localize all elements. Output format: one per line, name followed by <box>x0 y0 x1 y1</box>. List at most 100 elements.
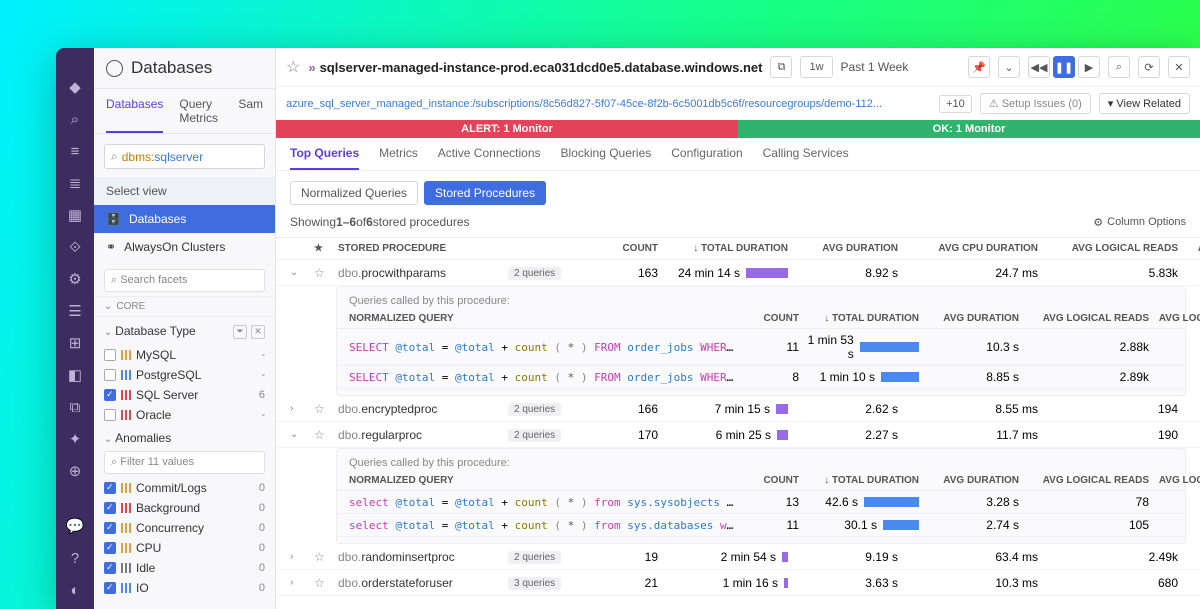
tab-query-metrics[interactable]: Query Metrics <box>179 89 222 133</box>
expand-icon[interactable]: ⌄ <box>290 429 314 440</box>
checkbox[interactable] <box>104 369 116 381</box>
chevron-down-icon[interactable]: ⌄ <box>998 56 1020 78</box>
tab-configuration[interactable]: Configuration <box>671 146 742 170</box>
expand-icon[interactable]: › <box>290 577 314 588</box>
star-icon[interactable]: ☆ <box>314 402 338 416</box>
facet-row[interactable]: MySQL - <box>94 345 275 365</box>
table-row[interactable]: › ☆ dbo.encryptedproc 2 queries 166 7 mi… <box>276 396 1200 422</box>
nav-icon[interactable]: ≡ <box>66 142 84 160</box>
checkbox[interactable] <box>104 409 116 421</box>
pin-button[interactable]: 📌 <box>968 56 990 78</box>
checkbox[interactable] <box>104 349 116 361</box>
expand-icon[interactable]: ⌄ <box>290 267 314 278</box>
funnel-icon[interactable]: ⏷ <box>233 325 247 339</box>
table-row[interactable]: › ☆ dbo.orderstateforuser 3 queries 21 1… <box>276 570 1200 596</box>
ok-monitor[interactable]: OK: 1 Monitor <box>738 120 1200 138</box>
facet-row[interactable]: PostgreSQL - <box>94 365 275 385</box>
tab-top queries[interactable]: Top Queries <box>290 146 359 170</box>
user-icon[interactable]: ◐ <box>66 581 84 599</box>
table-row[interactable]: › ☆ dbo.randominsertproc 2 queries 19 2 … <box>276 544 1200 570</box>
logo-icon[interactable]: ◆ <box>66 78 84 96</box>
anomaly-row[interactable]: Idle 0 <box>94 558 275 578</box>
nav-icon[interactable]: ≣ <box>66 174 84 192</box>
tab-calling services[interactable]: Calling Services <box>763 146 849 170</box>
view-alwayson[interactable]: ⚭ AlwaysOn Clusters <box>94 233 275 261</box>
star-icon[interactable]: ☆ <box>314 266 338 280</box>
nav-icon[interactable]: ◧ <box>66 366 84 384</box>
db-type-icon <box>121 410 131 420</box>
star-icon[interactable]: ☆ <box>314 576 338 590</box>
tab-active connections[interactable]: Active Connections <box>438 146 541 170</box>
breadcrumb-more[interactable]: +10 <box>939 95 972 113</box>
anomaly-row[interactable]: Concurrency 0 <box>94 518 275 538</box>
db-type-icon <box>121 370 131 380</box>
step-back-button[interactable]: ◀◀ <box>1028 56 1050 78</box>
column-options[interactable]: ⚙Column Options <box>1093 216 1186 229</box>
nav-icon[interactable]: ▦ <box>66 206 84 224</box>
tab-databases[interactable]: Databases <box>106 89 163 133</box>
nav-icon[interactable]: ☰ <box>66 302 84 320</box>
view-related-button[interactable]: ▾ View Related <box>1099 93 1190 114</box>
nav-icon[interactable]: ⧉ <box>66 398 84 416</box>
sub-row[interactable]: select @total = @total + count ( * ) fro… <box>337 514 1185 537</box>
expand-icon[interactable]: › <box>290 403 314 414</box>
nav-icon[interactable]: ✦ <box>66 430 84 448</box>
facet-search[interactable]: ⌕ Search facets <box>104 269 265 292</box>
checkbox[interactable] <box>104 389 116 401</box>
anomaly-row[interactable]: Commit/Logs 0 <box>94 478 275 498</box>
sub-row[interactable]: SELECT @total = @total + count ( * ) FRO… <box>337 366 1185 389</box>
anomaly-row[interactable]: Background 0 <box>94 498 275 518</box>
star-icon[interactable]: ☆ <box>314 550 338 564</box>
table-row[interactable]: ⌄ ☆ dbo.regularproc 2 queries 170 6 min … <box>276 422 1200 448</box>
facet-row[interactable]: Oracle - <box>94 405 275 425</box>
subtab-normalized[interactable]: Normalized Queries <box>290 181 418 205</box>
nav-icon[interactable]: ⊞ <box>66 334 84 352</box>
checkbox[interactable] <box>104 582 116 594</box>
facet-row[interactable]: SQL Server 6 <box>94 385 275 405</box>
table-header: ★ STORED PROCEDURE COUNT ↓ TOTAL DURATIO… <box>276 237 1200 260</box>
tab-metrics[interactable]: Metrics <box>379 146 418 170</box>
star-icon[interactable]: ☆ <box>286 57 300 77</box>
table-row[interactable]: ⌄ ☆ dbo.procwithparams 2 queries 163 24 … <box>276 260 1200 286</box>
alert-monitor[interactable]: ALERT: 1 Monitor <box>276 120 738 138</box>
breadcrumb[interactable]: azure_sql_server_managed_instance:/subsc… <box>286 98 931 110</box>
close-icon[interactable]: ✕ <box>251 325 265 339</box>
nav-icon[interactable]: ⟐ <box>66 238 84 256</box>
sub-row[interactable]: select @total = @total + count ( * ) fro… <box>337 491 1185 514</box>
star-header[interactable]: ★ <box>314 243 338 254</box>
help-icon[interactable]: ? <box>66 549 84 567</box>
timerange-short[interactable]: 1w <box>800 56 832 78</box>
copy-button[interactable]: ⧉ <box>770 56 792 78</box>
zoom-button[interactable]: ⌕ <box>1108 56 1130 78</box>
facet-core[interactable]: ⌄CORE <box>94 296 275 317</box>
setup-issues[interactable]: ⚠ Setup Issues (0) <box>980 93 1091 114</box>
nav-icon[interactable]: ⚙ <box>66 270 84 288</box>
dbms-search[interactable]: ⌕ dbms:sqlserver <box>104 144 265 169</box>
refresh-button[interactable]: ⟳ <box>1138 56 1160 78</box>
checkbox[interactable] <box>104 522 116 534</box>
query-count-badge: 2 queries <box>508 551 561 564</box>
checkbox[interactable] <box>104 562 116 574</box>
nav-icon[interactable]: ⊕ <box>66 462 84 480</box>
anomaly-filter[interactable]: ⌕ Filter 11 values <box>104 451 265 474</box>
anomaly-row[interactable]: IO 0 <box>94 578 275 598</box>
pause-button[interactable]: ❚❚ <box>1053 56 1075 78</box>
step-forward-button[interactable]: ▶ <box>1078 56 1100 78</box>
sub-row[interactable]: SELECT @total = @total + count ( * ) FRO… <box>337 329 1185 366</box>
anomaly-row[interactable]: CPU 0 <box>94 538 275 558</box>
sort-total-duration[interactable]: ↓ TOTAL DURATION <box>658 243 788 254</box>
expand-icon[interactable]: › <box>290 551 314 562</box>
chat-icon[interactable]: 💬 <box>66 517 84 535</box>
checkbox[interactable] <box>104 502 116 514</box>
checkbox[interactable] <box>104 482 116 494</box>
checkbox[interactable] <box>104 542 116 554</box>
nav-icon[interactable]: ⌕ <box>66 110 84 128</box>
tab-samples[interactable]: Sam <box>238 89 263 133</box>
star-icon[interactable]: ☆ <box>314 428 338 442</box>
tab-blocking queries[interactable]: Blocking Queries <box>561 146 652 170</box>
close-button[interactable]: ✕ <box>1168 56 1190 78</box>
facet-database-type[interactable]: ⌄ Database Type ⏷✕ <box>94 317 275 345</box>
facet-anomalies[interactable]: ⌄ Anomalies <box>94 425 275 451</box>
subtab-stored-procedures[interactable]: Stored Procedures <box>424 181 546 205</box>
view-databases[interactable]: 🗄️ Databases <box>94 205 275 233</box>
